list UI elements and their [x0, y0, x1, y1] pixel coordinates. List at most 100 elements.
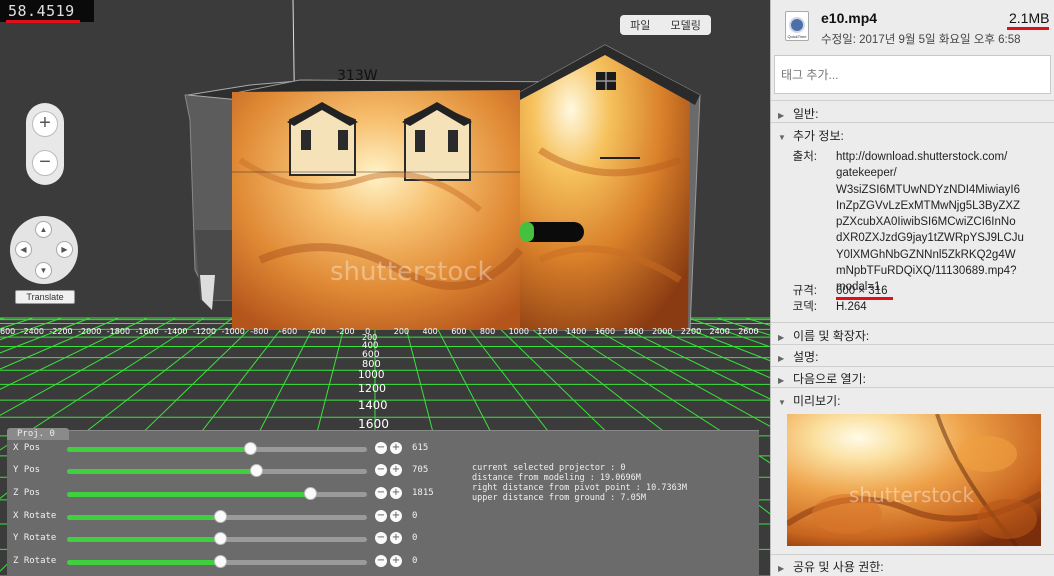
- projector-info: current selected projector : 0 distance …: [472, 463, 687, 503]
- divider: [771, 100, 1054, 101]
- zoom-in-button[interactable]: +: [32, 111, 58, 137]
- grid-x-label: -1600: [136, 327, 159, 336]
- pan-up-icon[interactable]: ▲: [35, 221, 52, 238]
- section-preview[interactable]: ▼ 미리보기:: [771, 392, 1054, 409]
- grid-x-label: 1800: [623, 327, 643, 336]
- zoom-out-button[interactable]: −: [32, 150, 58, 176]
- disclosure-down-icon: ▼: [778, 133, 786, 142]
- slider-knob[interactable]: [214, 510, 227, 523]
- video-preview-thumbnail[interactable]: shutterstock: [787, 414, 1041, 546]
- file-size: 2.1MB: [1009, 10, 1050, 26]
- grid-x-label: 2000: [652, 327, 672, 336]
- dimensions-red-underline: [836, 297, 893, 300]
- grid-x-label: 2600: [738, 327, 758, 336]
- section-open-with[interactable]: ▶ 다음으로 열기:: [771, 370, 1054, 387]
- slider-value: 0: [412, 511, 418, 521]
- divider: [771, 344, 1054, 345]
- slider-value: 0: [412, 533, 418, 543]
- roof-vane-label: 313W: [337, 68, 378, 84]
- increment-button[interactable]: +: [390, 532, 402, 544]
- grid-x-label: 400: [423, 327, 438, 336]
- grid-x-label: -2400: [21, 327, 44, 336]
- slider-knob[interactable]: [244, 442, 257, 455]
- increment-button[interactable]: +: [390, 487, 402, 499]
- info-line: upper distance from ground : 7.05M: [472, 493, 646, 503]
- slider-knob[interactable]: [214, 555, 227, 568]
- slider-knob[interactable]: [214, 532, 227, 545]
- pan-left-icon[interactable]: ◀: [15, 241, 32, 258]
- menu-file[interactable]: 파일: [630, 17, 650, 33]
- section-label: 이름 및 확장자:: [793, 329, 870, 343]
- file-icon-label: QuickTime: [787, 34, 807, 39]
- grid-x-label: -400: [308, 327, 326, 336]
- grid-x-label: 1400: [566, 327, 586, 336]
- decrement-button[interactable]: −: [375, 442, 387, 454]
- file-size-red-underline: [1007, 27, 1049, 30]
- grid-z-label: 1400: [358, 398, 388, 412]
- grid-x-label: 2400: [710, 327, 730, 336]
- more-info-details: 출처: http://download.shutterstock.com/ ga…: [771, 149, 1054, 319]
- source-line: dXR0ZXJzdG9jay1tZWRpYSJ9LCJu: [836, 232, 1024, 245]
- grid-x-label: -1000: [222, 327, 245, 336]
- grid-z-axis-labels: 2004006008001000120014001600: [358, 333, 389, 431]
- section-label: 설명:: [793, 350, 819, 364]
- info-line: current selected projector : 0: [472, 463, 626, 473]
- slider-track[interactable]: [67, 510, 367, 523]
- slider-knob[interactable]: [250, 464, 263, 477]
- slider-knob[interactable]: [304, 487, 317, 500]
- grid-x-label: -1400: [164, 327, 187, 336]
- grid-x-label: -1800: [107, 327, 130, 336]
- decrement-button[interactable]: −: [375, 555, 387, 567]
- section-general[interactable]: ▶ 일반:: [771, 105, 1054, 122]
- increment-button[interactable]: +: [390, 442, 402, 454]
- slider-track[interactable]: [67, 464, 367, 477]
- grid-x-label: -2000: [78, 327, 101, 336]
- section-comments[interactable]: ▶ 설명:: [771, 348, 1054, 365]
- menu-modeling[interactable]: 모델링: [671, 17, 701, 33]
- decrement-button[interactable]: −: [375, 532, 387, 544]
- decrement-button[interactable]: −: [375, 464, 387, 476]
- slider-value: 0: [412, 556, 418, 566]
- slider-fill: [67, 447, 250, 452]
- grid-x-label: -2200: [49, 327, 72, 336]
- 3d-viewport[interactable]: 313W shutterstock -2600-2400-2200-2000-1…: [0, 0, 770, 576]
- disclosure-right-icon: ▶: [778, 111, 785, 120]
- source-line: http://download.shutterstock.com/: [836, 151, 1008, 163]
- disclosure-right-icon: ▶: [778, 333, 785, 342]
- section-label: 미리보기:: [793, 394, 841, 408]
- section-label: 추가 정보:: [793, 129, 844, 143]
- source-line: gatekeeper/: [836, 167, 897, 180]
- slider-label: X Rotate: [13, 511, 57, 521]
- divider: [771, 554, 1054, 555]
- pan-down-icon[interactable]: ▼: [35, 262, 52, 279]
- section-label: 일반:: [793, 107, 819, 121]
- translate-mode-button[interactable]: Translate: [15, 290, 75, 304]
- section-name-ext[interactable]: ▶ 이름 및 확장자:: [771, 327, 1054, 344]
- divider: [771, 366, 1054, 367]
- slider-track[interactable]: [67, 555, 367, 568]
- projector-tab[interactable]: Proj. 0: [7, 428, 69, 440]
- section-sharing[interactable]: ▶ 공유 및 사용 권한:: [771, 558, 1054, 575]
- source-value[interactable]: http://download.shutterstock.com/ gateke…: [836, 149, 1046, 296]
- decrement-button[interactable]: −: [375, 510, 387, 522]
- section-more-info[interactable]: ▼ 추가 정보:: [771, 127, 1054, 144]
- tags-input[interactable]: [775, 56, 1050, 93]
- slider-track[interactable]: [67, 442, 367, 455]
- disclosure-right-icon: ▶: [778, 354, 785, 363]
- slider-track[interactable]: [67, 487, 367, 500]
- increment-button[interactable]: +: [390, 510, 402, 522]
- source-line: mNpbTFuRDQiXQ/11130689.mp4?: [836, 265, 1017, 278]
- divider: [771, 122, 1054, 123]
- grid-x-label: 1000: [509, 327, 529, 336]
- increment-button[interactable]: +: [390, 555, 402, 567]
- section-label: 다음으로 열기:: [793, 372, 866, 386]
- slider-fill: [67, 492, 310, 497]
- slider-value: 705: [412, 465, 429, 475]
- increment-button[interactable]: +: [390, 464, 402, 476]
- tags-box[interactable]: [774, 55, 1051, 94]
- pan-right-icon[interactable]: ▶: [56, 241, 73, 258]
- source-line: pZXcubXA0IiwibSI6MCwiZCI6InNo: [836, 216, 1016, 229]
- slider-label: Y Rotate: [13, 533, 57, 543]
- decrement-button[interactable]: −: [375, 487, 387, 499]
- slider-track[interactable]: [67, 532, 367, 545]
